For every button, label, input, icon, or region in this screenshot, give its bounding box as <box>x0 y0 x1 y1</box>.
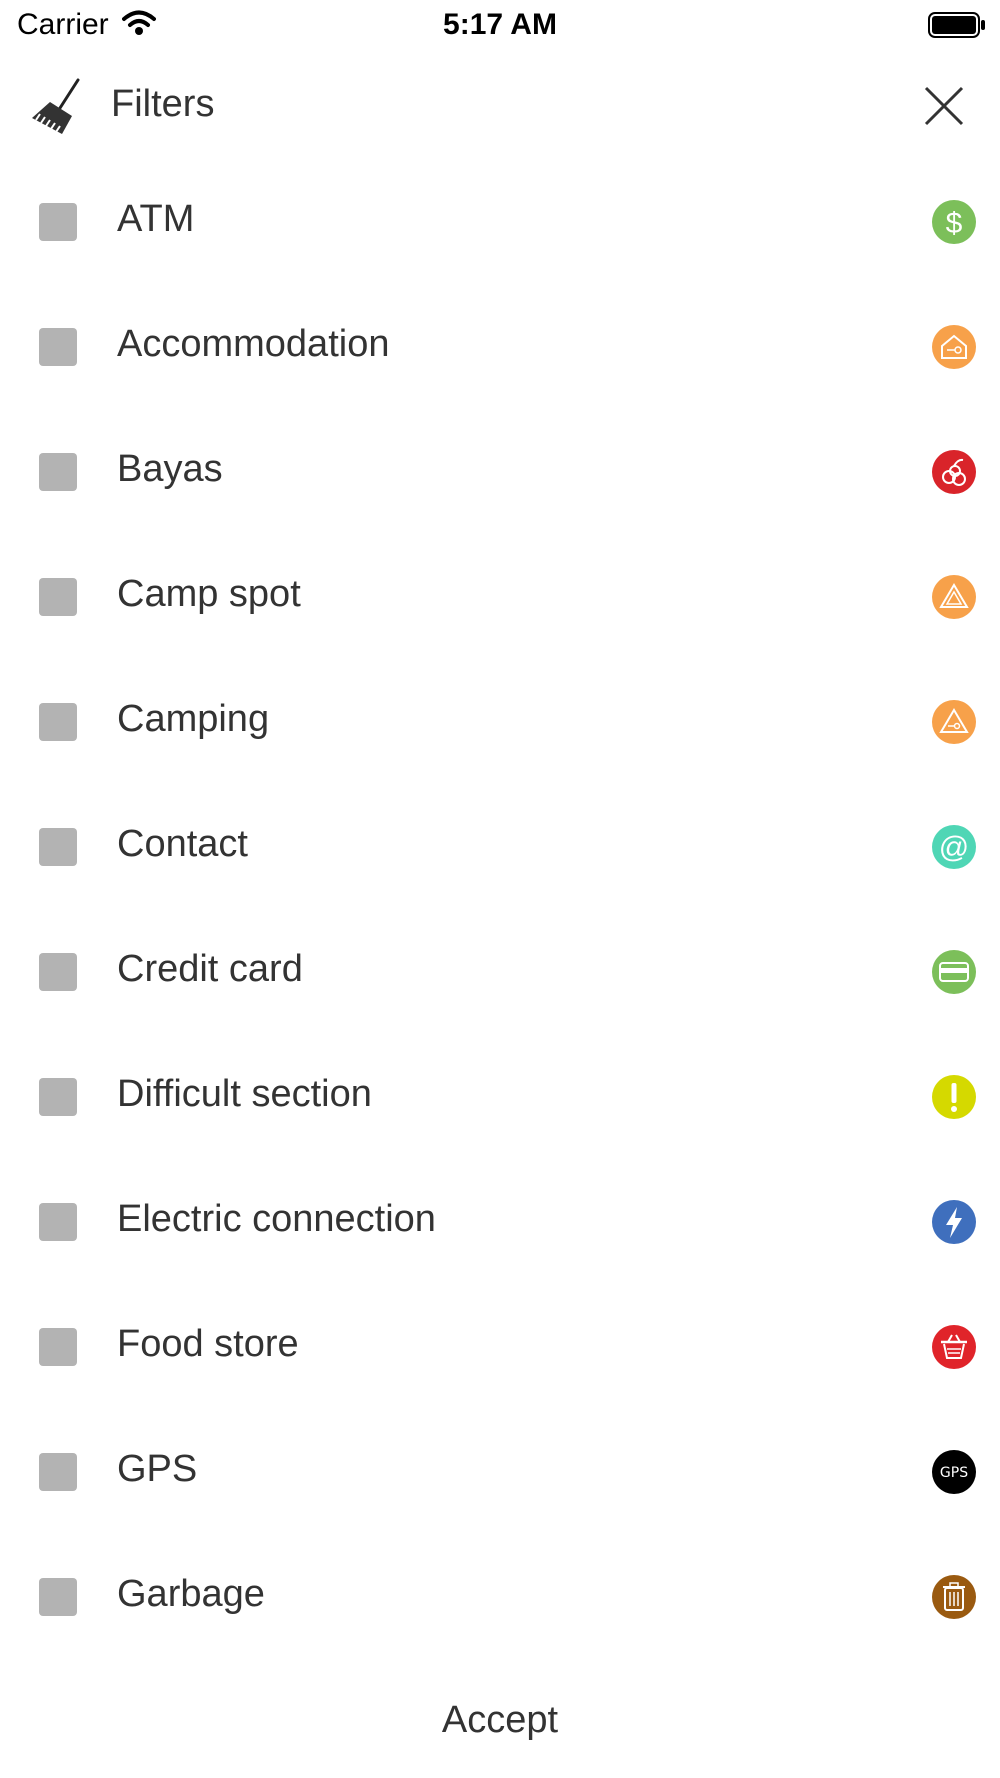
filter-label: Credit card <box>117 948 303 990</box>
berries-icon <box>932 450 976 494</box>
checkbox[interactable] <box>39 703 77 741</box>
filter-label: Difficult section <box>117 1073 372 1115</box>
checkbox[interactable] <box>39 453 77 491</box>
exclamation-icon <box>932 1075 976 1119</box>
basket-icon <box>932 1325 976 1369</box>
filter-row-garbage[interactable]: Garbage <box>0 1535 1000 1660</box>
filter-label: Camping <box>117 698 270 740</box>
checkbox[interactable] <box>39 953 77 991</box>
close-icon[interactable] <box>922 84 966 133</box>
svg-text:@: @ <box>939 831 969 864</box>
checkbox[interactable] <box>39 1328 77 1366</box>
broom-icon[interactable] <box>28 78 84 143</box>
filter-row-camp-spot[interactable]: Camp spot <box>0 535 1000 660</box>
filter-row-atm[interactable]: ATM $ <box>0 160 1000 285</box>
filter-row-camping[interactable]: Camping <box>0 660 1000 785</box>
filter-row-bayas[interactable]: Bayas <box>0 410 1000 535</box>
battery-icon <box>928 12 986 43</box>
filter-row-gps[interactable]: GPS GPS <box>0 1410 1000 1535</box>
tent-key-icon <box>932 700 976 744</box>
gps-icon-text: GPS <box>940 1465 968 1481</box>
filter-label: Garbage <box>117 1573 265 1615</box>
checkbox[interactable] <box>39 328 77 366</box>
filter-label: GPS <box>117 1448 198 1490</box>
filter-label: Camp spot <box>117 573 301 615</box>
filter-label: Electric connection <box>117 1198 436 1240</box>
checkbox[interactable] <box>39 1453 77 1491</box>
filter-list: ATM $ Accommodation Bayas Camp spot Camp… <box>0 160 1000 1660</box>
filter-label: Accommodation <box>117 323 390 365</box>
checkbox[interactable] <box>39 203 77 241</box>
checkbox[interactable] <box>39 1578 77 1616</box>
filter-row-electric-connection[interactable]: Electric connection <box>0 1160 1000 1285</box>
filter-row-credit-card[interactable]: Credit card <box>0 910 1000 1035</box>
gps-icon: GPS <box>932 1450 976 1494</box>
credit-card-icon <box>932 950 976 994</box>
filters-header: Filters <box>0 70 1000 170</box>
trash-icon <box>932 1575 976 1619</box>
filter-label: Bayas <box>117 448 223 490</box>
checkbox[interactable] <box>39 828 77 866</box>
page-title: Filters <box>111 83 215 125</box>
filter-label: Food store <box>117 1323 299 1365</box>
clock: 5:17 AM <box>443 8 557 41</box>
checkbox[interactable] <box>39 1078 77 1116</box>
svg-text:$: $ <box>946 207 963 240</box>
house-key-icon <box>932 325 976 369</box>
filter-label: ATM <box>117 198 195 240</box>
filter-row-food-store[interactable]: Food store <box>0 1285 1000 1410</box>
filter-row-difficult-section[interactable]: Difficult section <box>0 1035 1000 1160</box>
accept-button[interactable]: Accept <box>0 1690 1000 1750</box>
tent-icon <box>932 575 976 619</box>
filter-row-contact[interactable]: Contact @ <box>0 785 1000 910</box>
dollar-icon: $ <box>932 200 976 244</box>
at-sign-icon: @ <box>932 825 976 869</box>
filter-row-accommodation[interactable]: Accommodation <box>0 285 1000 410</box>
filter-label: Contact <box>117 823 248 865</box>
lightning-icon <box>932 1200 976 1244</box>
checkbox[interactable] <box>39 578 77 616</box>
status-bar: Carrier 5:17 AM <box>0 0 1000 50</box>
checkbox[interactable] <box>39 1203 77 1241</box>
